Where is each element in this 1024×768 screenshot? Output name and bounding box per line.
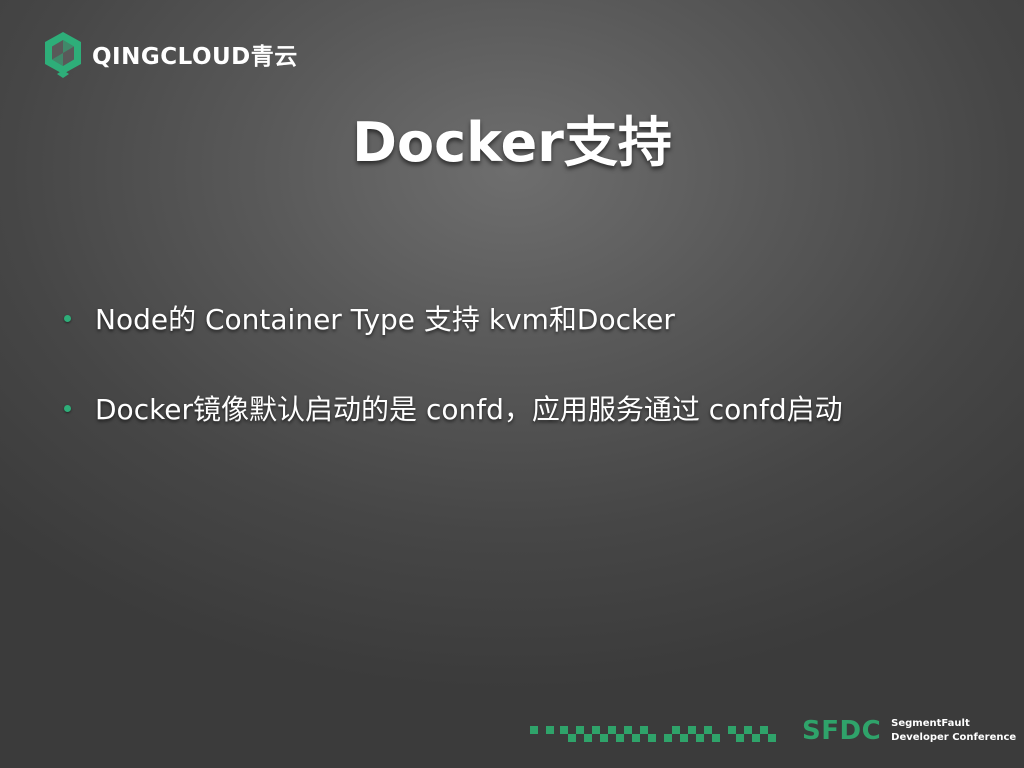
bullet-item: Docker镜像默认启动的是 confd，应用服务通过 confd启动 [64,386,1004,430]
slide-title: Docker支持 [352,111,672,174]
pixel-pattern-decoration [530,726,776,742]
sfdc-brand-line2: Developer Conference [891,732,1017,743]
bullet-dot-icon [64,404,71,412]
sfdc-brand: SFDC SegmentFault Developer Conference [802,716,1016,746]
bullet-item: Node的 Container Type 支持 kvm和Docker [64,296,1004,340]
logo-wordmark: QINGCLOUD青云 [92,44,298,70]
bullet-text: Node的 Container Type 支持 kvm和Docker [95,303,675,336]
sfdc-brand-line1: SegmentFault [891,718,970,729]
sfdc-brand-text: SegmentFault Developer Conference [891,717,1016,745]
bullet-text: Docker镜像默认启动的是 confd，应用服务通过 confd启动 [95,393,843,426]
bullet-list: Node的 Container Type 支持 kvm和Docker Docke… [64,296,1004,476]
sfdc-logo-mark: SFDC [802,716,882,746]
bullet-dot-icon [64,314,71,322]
qingcloud-logo: QINGCLOUD青云 [42,30,298,78]
qingcloud-hexagon-icon [45,32,81,78]
